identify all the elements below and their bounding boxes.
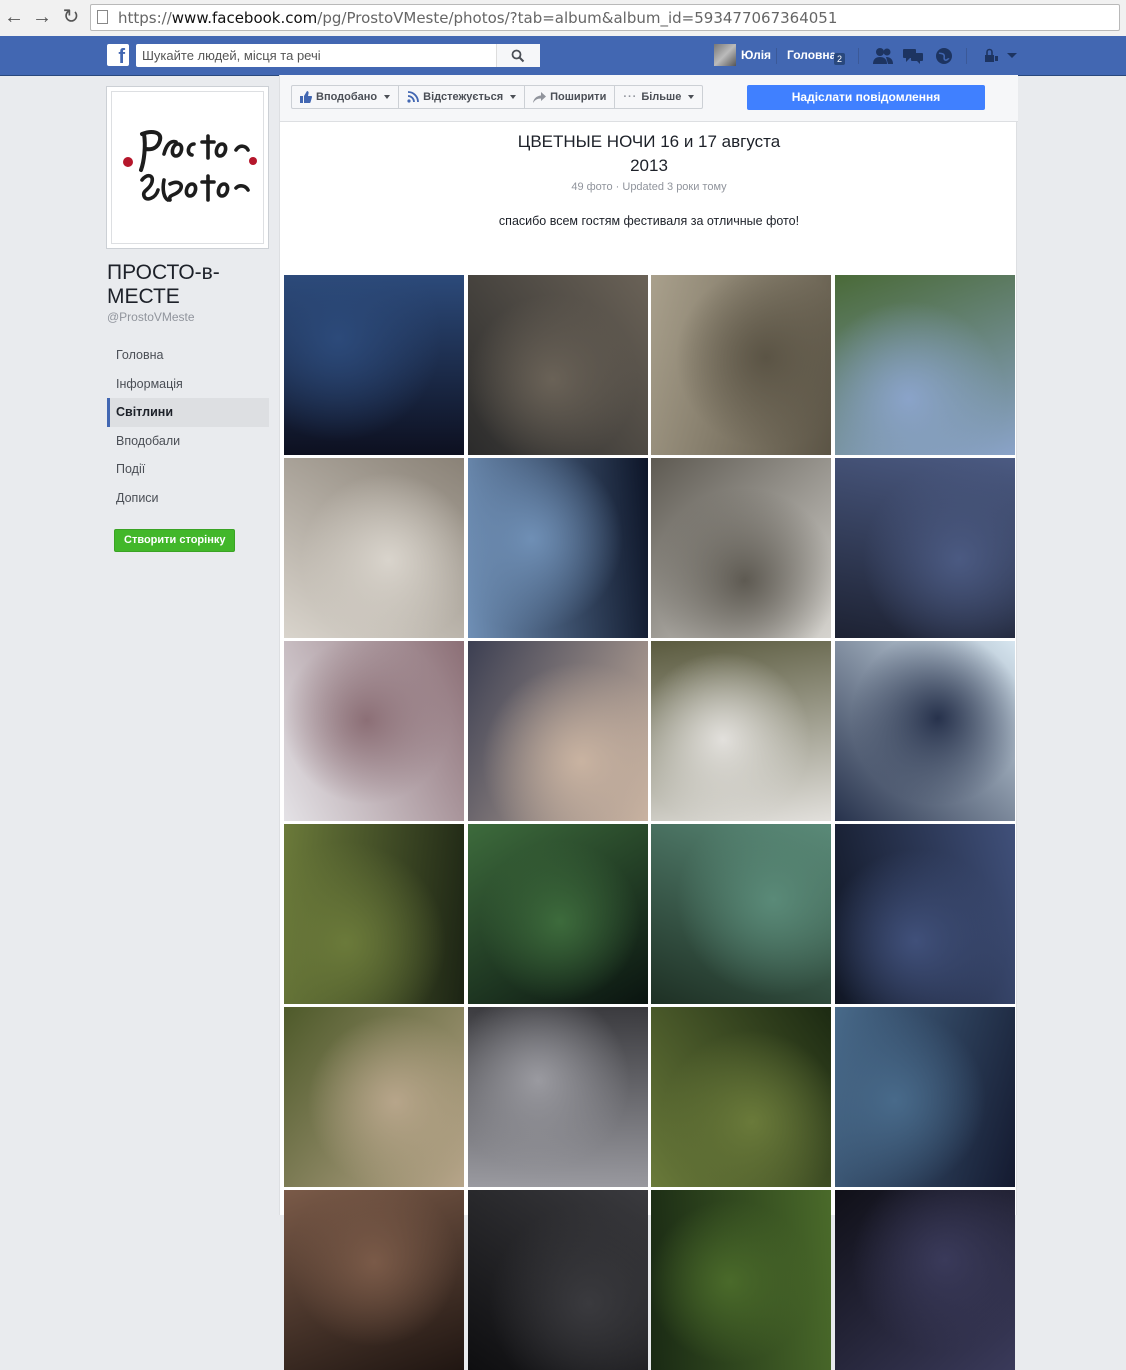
sidebar-item-posts[interactable]: Дописи <box>107 484 269 513</box>
share-button[interactable]: Поширити <box>525 86 616 108</box>
sidebar-item-likes[interactable]: Вподобали <box>107 427 269 456</box>
user-name-link[interactable]: Юлія <box>741 48 771 62</box>
home-badge: 2 <box>834 53 846 65</box>
share-label: Поширити <box>550 91 607 103</box>
page-profile-picture[interactable] <box>106 86 269 249</box>
search-box <box>136 44 540 67</box>
page-action-bar: Вподобано Відстежується Поширити ··· Біл… <box>280 75 1018 122</box>
album-photo-thumbnail[interactable] <box>284 1190 464 1370</box>
page-title[interactable]: ПРОСТО-в-МЕСТЕ <box>107 261 267 309</box>
photo-grid <box>284 275 1015 1370</box>
album-photo-thumbnail[interactable] <box>651 824 831 1004</box>
album-photo-thumbnail[interactable] <box>651 458 831 638</box>
page-username[interactable]: @ProstoVMeste <box>107 310 195 324</box>
album-photo-thumbnail[interactable] <box>834 1190 1015 1370</box>
album-title-line-2: 2013 <box>630 156 668 175</box>
album-photo-thumbnail[interactable] <box>284 275 464 455</box>
create-page-button[interactable]: Створити сторінку <box>114 529 236 552</box>
album-photo-thumbnail[interactable] <box>834 641 1015 821</box>
sidebar-item-about[interactable]: Інформація <box>107 370 269 399</box>
album-photo-thumbnail[interactable] <box>467 1190 648 1370</box>
search-icon <box>511 49 525 63</box>
forward-arrow-icon[interactable]: → <box>32 7 52 27</box>
share-arrow-icon <box>533 91 547 103</box>
album-photo-thumbnail[interactable] <box>651 1190 831 1370</box>
rss-follow-icon <box>407 91 420 103</box>
messages-icon[interactable] <box>902 47 924 65</box>
album-description: спасибо всем гостям фестиваля за отличны… <box>498 214 800 228</box>
album-photo-thumbnail[interactable] <box>284 458 464 638</box>
album-photo-thumbnail[interactable] <box>834 824 1015 1004</box>
friend-requests-icon[interactable] <box>872 47 894 65</box>
album-photo-thumbnail[interactable] <box>834 458 1015 638</box>
address-bar[interactable]: https://www.facebook.com/pg/ProstoVMeste… <box>90 4 1120 31</box>
facebook-top-bar: f Юлія Головна 2 <box>0 36 1126 76</box>
user-avatar[interactable] <box>714 44 736 66</box>
thumbs-up-icon <box>300 91 312 103</box>
album-photo-thumbnail[interactable] <box>467 458 648 638</box>
liked-label: Вподобано <box>316 91 378 103</box>
sidebar-item-photos[interactable]: Світлини <box>107 398 269 427</box>
account-menu-chevron-down-icon[interactable] <box>1006 52 1018 60</box>
facebook-logo-icon[interactable]: f <box>107 44 129 66</box>
send-message-button[interactable]: Надіслати повідомлення <box>747 85 985 110</box>
more-label: Більше <box>641 91 682 103</box>
search-input[interactable] <box>142 48 492 63</box>
chevron-down-icon <box>384 95 391 99</box>
url-text: https://www.facebook.com/pg/ProstoVMeste… <box>118 9 838 27</box>
album-content: Вподобано Відстежується Поширити ··· Біл… <box>279 75 1018 1370</box>
album-photo-thumbnail[interactable] <box>467 824 648 1004</box>
album-meta: 49 фото · Updated 3 роки тому <box>571 181 727 193</box>
album-photo-thumbnail[interactable] <box>651 275 831 455</box>
album-title: ЦВЕТНЫЕ НОЧИ 16 и 17 августа 2013 <box>280 130 1018 178</box>
chevron-down-icon <box>510 95 517 99</box>
reload-icon[interactable]: ↻ <box>61 7 81 27</box>
album-photo-thumbnail[interactable] <box>467 1007 648 1187</box>
search-button[interactable] <box>496 44 540 67</box>
album-photo-thumbnail[interactable] <box>467 275 648 455</box>
browser-toolbar: ← → ↻ https://www.facebook.com/pg/Prosto… <box>0 0 1126 37</box>
page-logo-image <box>111 91 264 244</box>
album-photo-thumbnail[interactable] <box>651 1007 831 1187</box>
page-action-buttons: Вподобано Відстежується Поширити ··· Біл… <box>291 85 704 109</box>
privacy-lock-icon[interactable] <box>982 47 1002 65</box>
more-button[interactable]: ··· Більше <box>615 86 702 108</box>
sidebar-item-events[interactable]: Події <box>107 455 269 484</box>
notifications-globe-icon[interactable] <box>934 47 954 65</box>
divider <box>858 48 859 64</box>
back-arrow-icon[interactable]: ← <box>4 7 24 27</box>
home-link[interactable]: Головна <box>787 48 836 62</box>
album-photo-thumbnail[interactable] <box>834 1007 1015 1187</box>
album-photo-thumbnail[interactable] <box>834 275 1015 455</box>
chevron-down-icon <box>688 95 695 99</box>
album-photo-thumbnail[interactable] <box>651 641 831 821</box>
album-photo-thumbnail[interactable] <box>284 824 464 1004</box>
page-icon <box>97 10 108 24</box>
divider <box>966 48 967 64</box>
following-label: Відстежується <box>423 91 504 103</box>
liked-button[interactable]: Вподобано <box>292 86 400 108</box>
sidebar-item-home[interactable]: Головна <box>107 341 269 370</box>
album-title-line-1: ЦВЕТНЫЕ НОЧИ 16 и 17 августа <box>517 132 781 151</box>
album-photo-thumbnail[interactable] <box>467 641 648 821</box>
prosto-v-meste-logo-icon <box>123 130 257 202</box>
page-navigation: Головна Інформація Світлини Вподобали По… <box>107 341 269 512</box>
following-button[interactable]: Відстежується <box>399 86 526 108</box>
divider <box>776 48 777 64</box>
album-photo-thumbnail[interactable] <box>284 641 464 821</box>
more-dots-icon: ··· <box>623 91 638 103</box>
album-photo-thumbnail[interactable] <box>284 1007 464 1187</box>
